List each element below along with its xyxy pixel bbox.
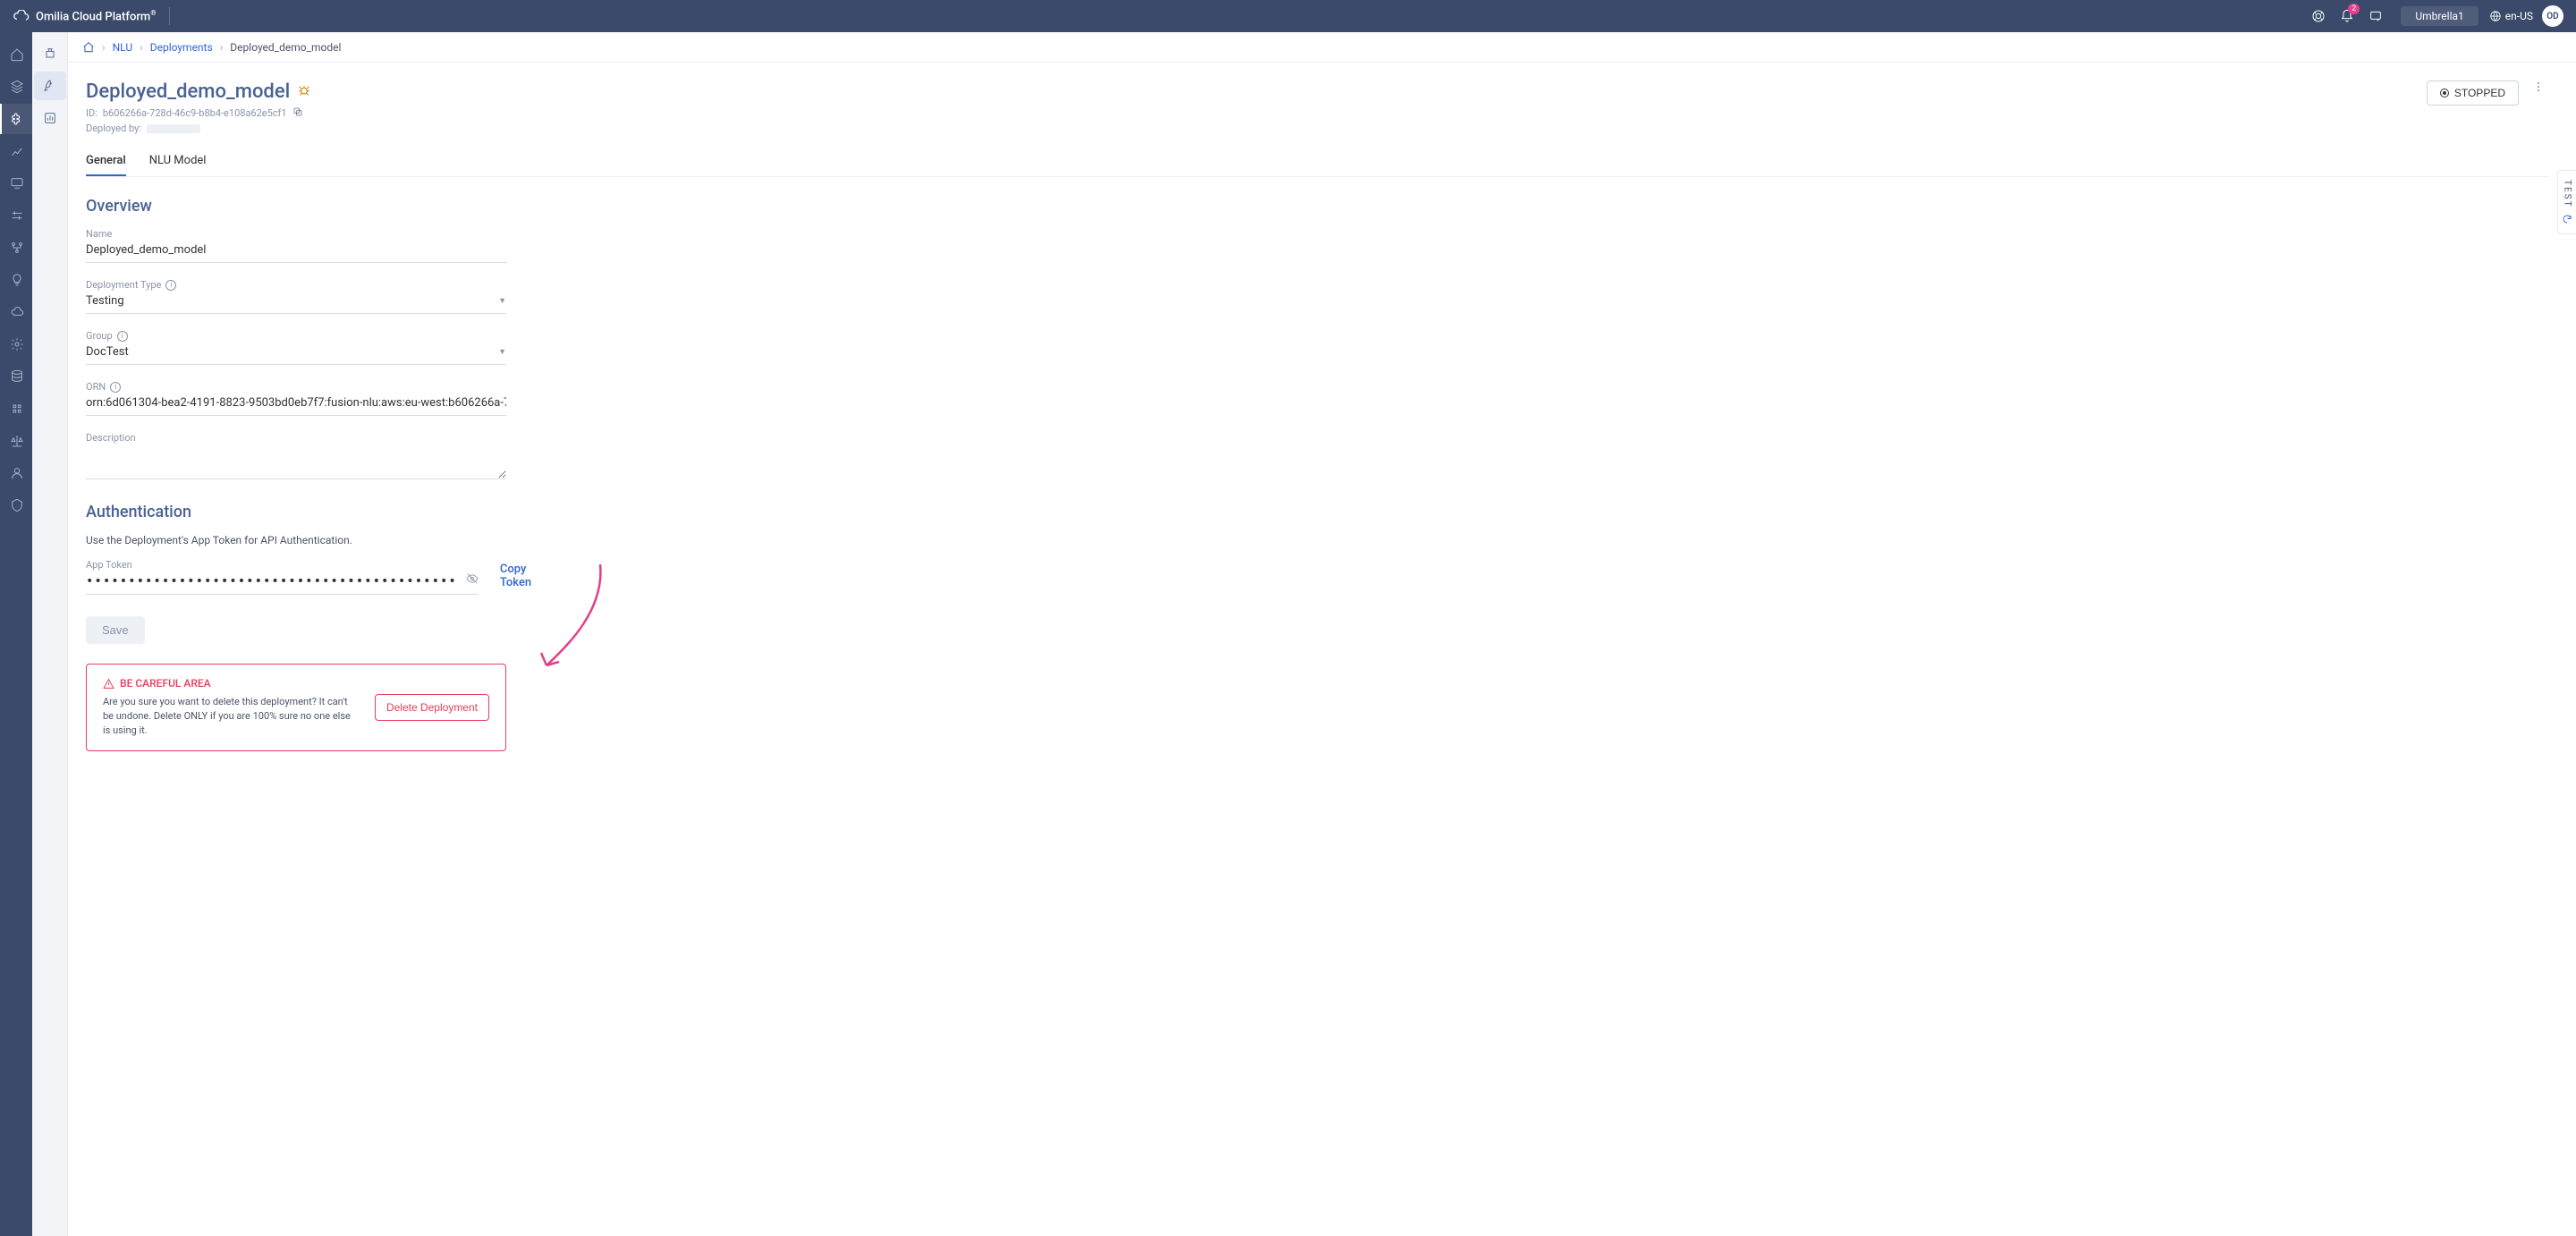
subnav-reports[interactable] bbox=[34, 104, 66, 132]
name-input[interactable]: Deployed_demo_model bbox=[86, 240, 506, 263]
test-panel-toggle[interactable]: TEST bbox=[2557, 170, 2576, 234]
save-button[interactable]: Save bbox=[86, 616, 145, 644]
bug-icon bbox=[297, 83, 311, 101]
announcements-icon[interactable] bbox=[2361, 2, 2390, 30]
orn-value: orn:6d061304-bea2-4191-8823-9503bd0eb7f7… bbox=[86, 393, 506, 416]
sidebar-balance[interactable] bbox=[0, 426, 32, 456]
chevron-right-icon: › bbox=[102, 41, 106, 54]
id-value: b606266a-728d-46c9-b8b4-e108a62e5cf1 bbox=[103, 107, 287, 119]
danger-text: Are you sure you want to delete this dep… bbox=[103, 695, 357, 738]
brand-logo[interactable]: Omilia Cloud Platform® bbox=[13, 9, 157, 23]
type-select[interactable]: Testing▼ bbox=[86, 291, 506, 314]
copy-token-link[interactable]: Copy Token bbox=[500, 563, 531, 595]
record-icon bbox=[2440, 89, 2449, 97]
sidebar-cloud[interactable] bbox=[0, 297, 32, 327]
sidebar-nlu[interactable] bbox=[0, 104, 32, 134]
registered-mark: ® bbox=[150, 9, 156, 17]
annotation-arrow bbox=[533, 560, 614, 676]
language-selector[interactable]: en-US bbox=[2489, 10, 2533, 22]
sidebar-home[interactable] bbox=[0, 39, 32, 70]
warning-icon bbox=[103, 678, 114, 690]
info-icon[interactable]: i bbox=[110, 382, 121, 393]
language-label: en-US bbox=[2505, 10, 2533, 22]
tab-general[interactable]: General bbox=[86, 147, 126, 176]
sidebar-analytics[interactable] bbox=[0, 136, 32, 166]
breadcrumb-nlu[interactable]: NLU bbox=[113, 41, 133, 54]
sidebar-layers[interactable] bbox=[0, 72, 32, 102]
cloud-icon bbox=[13, 10, 30, 22]
name-label: Name bbox=[86, 228, 506, 240]
breadcrumb: › NLU › Deployments › Deployed_demo_mode… bbox=[68, 32, 2576, 63]
sidebar-flows[interactable] bbox=[0, 233, 32, 263]
sub-sidebar bbox=[32, 32, 68, 1236]
sidebar-monitor[interactable] bbox=[0, 168, 32, 199]
info-icon[interactable]: i bbox=[117, 331, 128, 342]
description-label: Description bbox=[86, 432, 506, 444]
description-input[interactable] bbox=[86, 444, 506, 479]
chevron-down-icon: ▼ bbox=[498, 296, 506, 306]
topbar: Omilia Cloud Platform® 2 Umbrella1 en-US… bbox=[0, 0, 2576, 32]
content-scroll: Deployed_demo_model ID: b606266a-728d-46… bbox=[68, 63, 2576, 1236]
token-value: ••••••••••••••••••••••••••••••••••••••••… bbox=[86, 571, 479, 595]
notification-badge: 2 bbox=[2348, 4, 2360, 14]
main-area: › NLU › Deployments › Deployed_demo_mode… bbox=[68, 32, 2576, 1236]
refresh-icon bbox=[2562, 214, 2572, 224]
tabs: General NLU Model bbox=[86, 147, 2549, 177]
group-select[interactable]: DocTest▼ bbox=[86, 342, 506, 365]
token-label: App Token bbox=[86, 559, 479, 571]
lifesaver-icon[interactable] bbox=[2304, 2, 2333, 30]
sidebar-settings[interactable] bbox=[0, 329, 32, 360]
danger-zone: BE CAREFUL AREA Are you sure you want to… bbox=[86, 664, 506, 751]
subnav-deployments[interactable] bbox=[34, 72, 66, 100]
bell-icon[interactable]: 2 bbox=[2333, 2, 2361, 30]
primary-sidebar bbox=[0, 32, 32, 1236]
sidebar-integrations[interactable] bbox=[0, 394, 32, 424]
danger-title-text: BE CAREFUL AREA bbox=[120, 677, 211, 690]
type-label: Deployment Type bbox=[86, 279, 161, 291]
sidebar-database[interactable] bbox=[0, 361, 32, 392]
eye-off-icon[interactable] bbox=[466, 572, 479, 588]
breadcrumb-current: Deployed_demo_model bbox=[230, 41, 341, 54]
delete-deployment-button[interactable]: Delete Deployment bbox=[375, 694, 489, 721]
id-label: ID: bbox=[86, 107, 97, 119]
page-title: Deployed_demo_model bbox=[86, 80, 290, 103]
sidebar-sliders[interactable] bbox=[0, 200, 32, 231]
user-avatar[interactable]: OD bbox=[2542, 5, 2563, 27]
test-label: TEST bbox=[2563, 180, 2572, 208]
brand-text: Omilia Cloud Platform® bbox=[36, 9, 157, 23]
breadcrumb-deployments[interactable]: Deployments bbox=[150, 41, 213, 54]
status-button[interactable]: STOPPED bbox=[2427, 80, 2519, 106]
chevron-right-icon: › bbox=[220, 41, 224, 54]
subnav-engine[interactable] bbox=[34, 39, 66, 68]
home-icon[interactable] bbox=[82, 41, 95, 54]
more-menu[interactable] bbox=[2528, 80, 2549, 93]
group-label: Group bbox=[86, 330, 113, 342]
info-icon[interactable]: i bbox=[165, 280, 176, 291]
auth-heading: Authentication bbox=[86, 503, 2549, 521]
auth-description: Use the Deployment's App Token for API A… bbox=[86, 534, 2549, 546]
overview-heading: Overview bbox=[86, 197, 2549, 216]
org-selector[interactable]: Umbrella1 bbox=[2401, 6, 2478, 26]
tab-nlu-model[interactable]: NLU Model bbox=[149, 147, 207, 176]
deployed-by-value bbox=[147, 124, 200, 133]
copy-id-icon[interactable] bbox=[292, 106, 303, 120]
chevron-down-icon: ▼ bbox=[498, 347, 506, 357]
chevron-right-icon: › bbox=[140, 41, 143, 54]
sidebar-ideas[interactable] bbox=[0, 265, 32, 295]
sidebar-users[interactable] bbox=[0, 458, 32, 488]
sidebar-security[interactable] bbox=[0, 490, 32, 521]
divider bbox=[169, 7, 170, 25]
status-label: STOPPED bbox=[2454, 87, 2505, 99]
orn-label: ORN bbox=[86, 381, 106, 393]
deployed-by-label: Deployed by: bbox=[86, 123, 141, 134]
